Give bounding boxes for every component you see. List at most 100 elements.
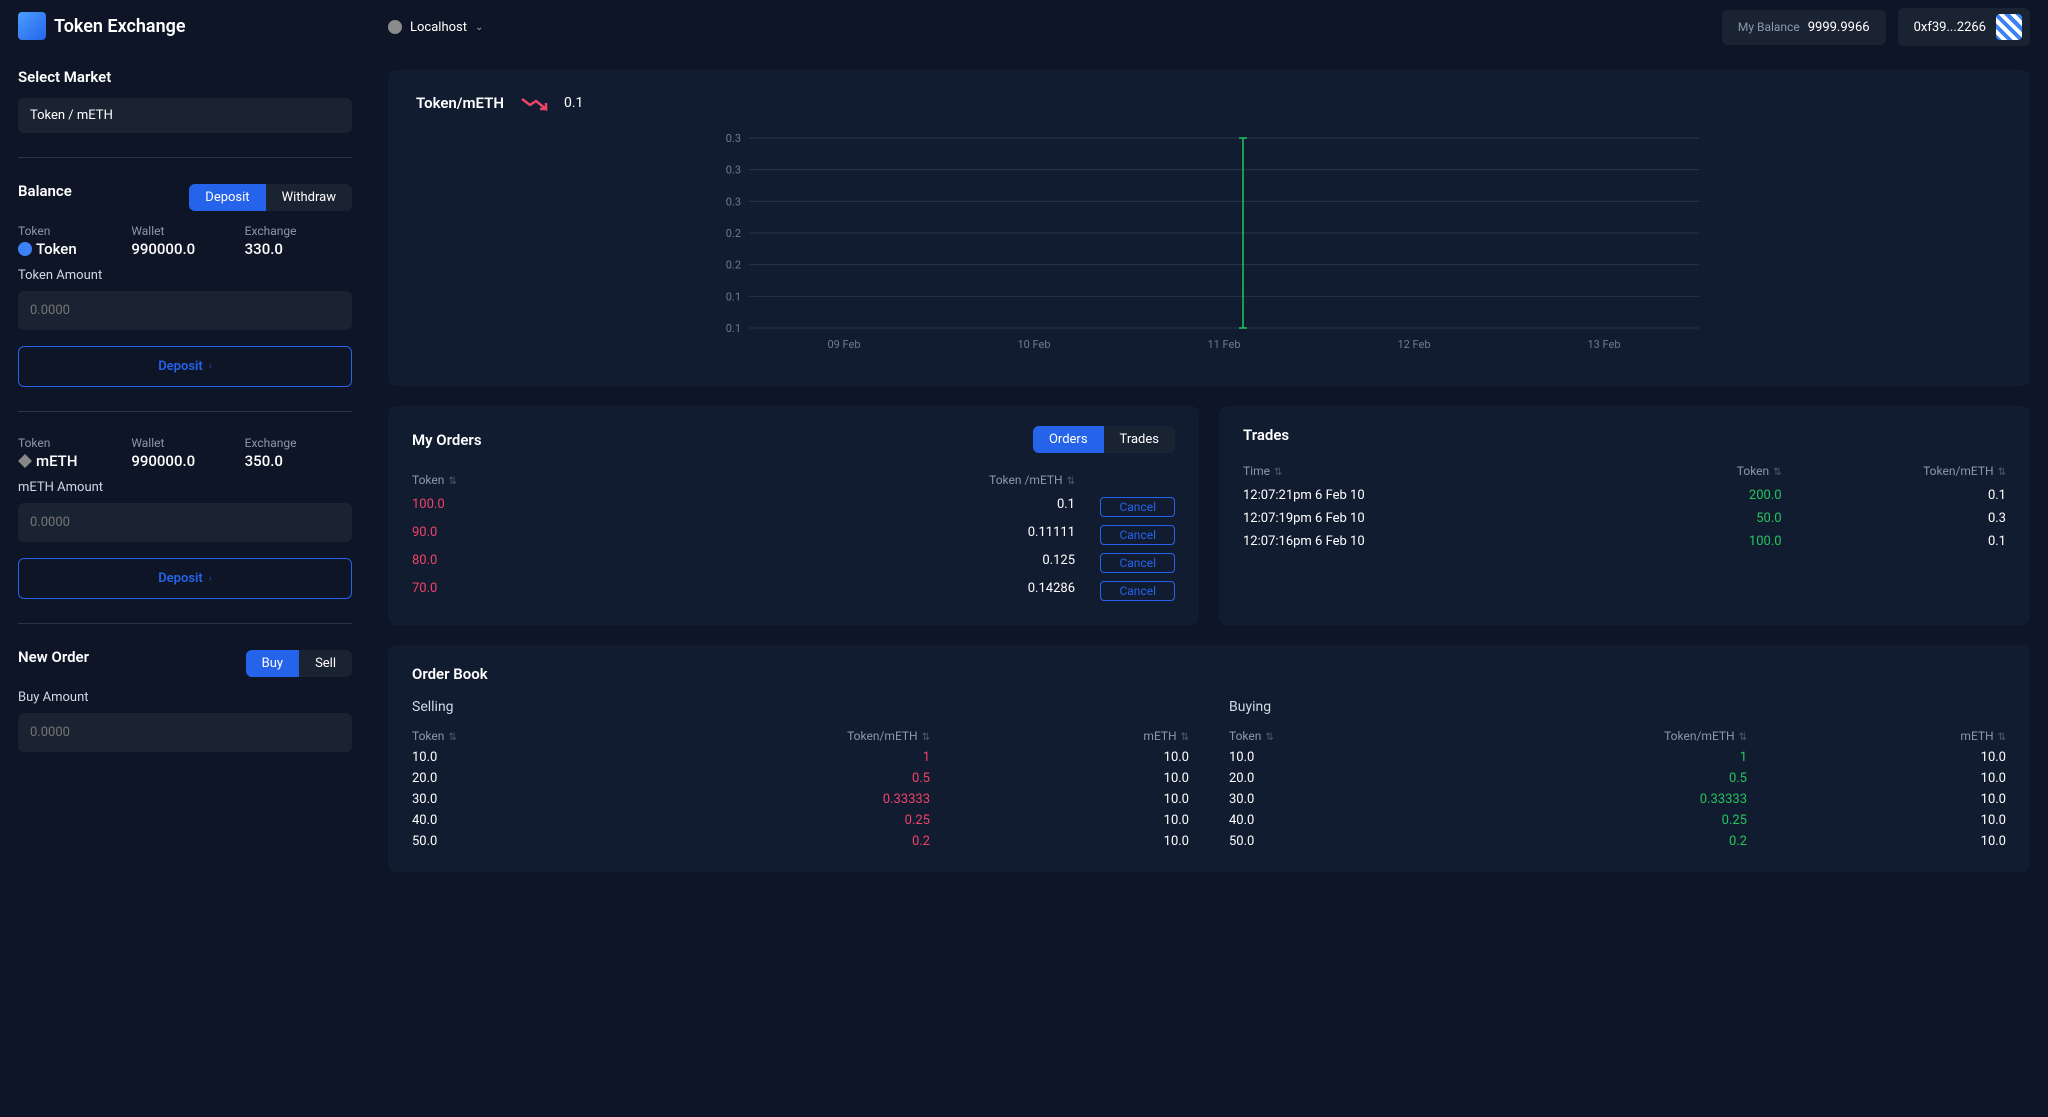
svg-text:12 Feb: 12 Feb [1397,338,1430,351]
orderbook-row[interactable]: 20.00.510.0 [412,768,1189,789]
trade-rate: 0.1 [1782,488,2006,503]
network-selector[interactable]: Localhost ⌄ [388,20,483,35]
order-rate: 0.1 [744,497,1076,517]
col-meth[interactable]: mETH [1960,729,1993,743]
exchange-col-label: Exchange [245,436,352,450]
sort-icon: ⇅ [448,476,456,487]
trade-rate: 0.1 [1782,534,2006,549]
col-token[interactable]: Token [412,729,444,743]
ob-rate: 0.33333 [1488,792,1747,807]
exchange-col-label: Exchange [245,224,352,238]
trade-token: 100.0 [1557,534,1781,549]
withdraw-tab[interactable]: Withdraw [266,184,352,211]
svg-text:0.1: 0.1 [726,290,741,303]
buying-column: Buying Token⇅Token/mETH⇅mETH⇅ 10.0110.02… [1229,699,2006,852]
svg-text:13 Feb: 13 Feb [1587,338,1620,351]
cancel-order-button[interactable]: Cancel [1100,553,1175,573]
svg-text:11 Feb: 11 Feb [1207,338,1240,351]
col-rate[interactable]: Token/mETH [1664,729,1735,743]
orderbook-row[interactable]: 50.00.210.0 [412,831,1189,852]
svg-text:10 Feb: 10 Feb [1017,338,1050,351]
divider [18,623,352,624]
deposit-token-button[interactable]: Deposit› [18,346,352,387]
orderbook-row[interactable]: 50.00.210.0 [1229,831,2006,852]
orderbook-row[interactable]: 10.0110.0 [1229,747,2006,768]
svg-text:09 Feb: 09 Feb [827,338,860,351]
col-meth[interactable]: mETH [1143,729,1176,743]
sort-icon: ⇅ [1739,732,1747,743]
token-col-label: Token [18,224,125,238]
orderbook-row[interactable]: 30.00.3333310.0 [1229,789,2006,810]
trend-down-icon [520,95,548,111]
market-selector[interactable]: Token / mETH [18,98,352,133]
ob-meth: 10.0 [1747,750,2006,765]
sort-icon: ⇅ [922,732,930,743]
wallet-connect[interactable]: 0xf39...2266 [1898,8,2030,46]
ob-meth: 10.0 [930,834,1189,849]
order-token: 70.0 [412,581,744,601]
meth-amount-input[interactable] [18,503,352,542]
orderbook-row[interactable]: 40.00.2510.0 [1229,810,2006,831]
cancel-order-button[interactable]: Cancel [1100,581,1175,601]
ob-token: 50.0 [1229,834,1488,849]
exchange-value: 330.0 [245,240,352,258]
ob-token: 50.0 [412,834,671,849]
sort-icon: ⇅ [1067,476,1075,487]
orderbook-row[interactable]: 10.0110.0 [412,747,1189,768]
ob-rate: 1 [1488,750,1747,765]
token-amount-label: Token Amount [18,268,352,283]
trades-title: Trades [1243,426,1289,444]
buy-amount-label: Buy Amount [18,690,352,705]
wallet-value: 990000.0 [131,240,238,258]
meth-amount-label: mETH Amount [18,480,352,495]
orderbook-row[interactable]: 30.00.3333310.0 [412,789,1189,810]
token-amount-input[interactable] [18,291,352,330]
wallet-col-label: Wallet [131,436,238,450]
meth-name: mETH [36,452,77,470]
main-content: Localhost ⌄ My Balance 9999.9966 0xf39..… [370,0,2048,1117]
ob-rate: 0.2 [1488,834,1747,849]
network-status-icon [388,20,402,34]
col-rate[interactable]: Token/mETH [1923,464,1994,478]
orders-tab[interactable]: Orders [1033,426,1104,453]
svg-text:0.3: 0.3 [726,195,741,208]
cancel-order-button[interactable]: Cancel [1100,497,1175,517]
svg-text:0.3: 0.3 [726,164,741,177]
ob-rate: 0.25 [1488,813,1747,828]
wallet-address: 0xf39...2266 [1914,20,1986,35]
cancel-order-button[interactable]: Cancel [1100,525,1175,545]
col-token[interactable]: Token [412,473,444,487]
trend-value: 0.1 [564,95,583,111]
exchange-value: 350.0 [245,452,352,470]
divider [18,157,352,158]
trades-tab[interactable]: Trades [1104,426,1175,453]
orderbook-row[interactable]: 40.00.2510.0 [412,810,1189,831]
col-token[interactable]: Token [1229,729,1261,743]
sell-tab[interactable]: Sell [299,650,352,677]
buy-amount-input[interactable] [18,713,352,752]
deposit-tab[interactable]: Deposit [189,184,265,211]
my-orders-title: My Orders [412,431,482,449]
chevron-right-icon: › [209,573,212,584]
new-order-title: New Order [18,648,89,666]
buy-tab[interactable]: Buy [246,650,299,677]
price-chart[interactable]: 0.30.30.30.20.20.10.109 Feb10 Feb11 Feb1… [416,128,2002,358]
ob-meth: 10.0 [930,750,1189,765]
orderbook-row[interactable]: 20.00.510.0 [1229,768,2006,789]
svg-text:0.2: 0.2 [726,259,741,272]
wallet-col-label: Wallet [131,224,238,238]
ob-meth: 10.0 [1747,834,2006,849]
ob-rate: 1 [671,750,930,765]
ob-rate: 0.2 [671,834,930,849]
trade-row: 12:07:21pm 6 Feb 10200.00.1 [1243,484,2006,507]
col-rate[interactable]: Token/mETH [847,729,918,743]
topbar: Localhost ⌄ My Balance 9999.9966 0xf39..… [388,8,2030,46]
col-time[interactable]: Time [1243,464,1270,478]
deposit-meth-button[interactable]: Deposit› [18,558,352,599]
col-rate[interactable]: Token /mETH [989,473,1063,487]
network-name: Localhost [410,20,467,35]
identicon [1996,14,2022,40]
balance-label: My Balance [1738,20,1800,34]
col-token[interactable]: Token [1737,464,1769,478]
trade-token: 50.0 [1557,511,1781,526]
